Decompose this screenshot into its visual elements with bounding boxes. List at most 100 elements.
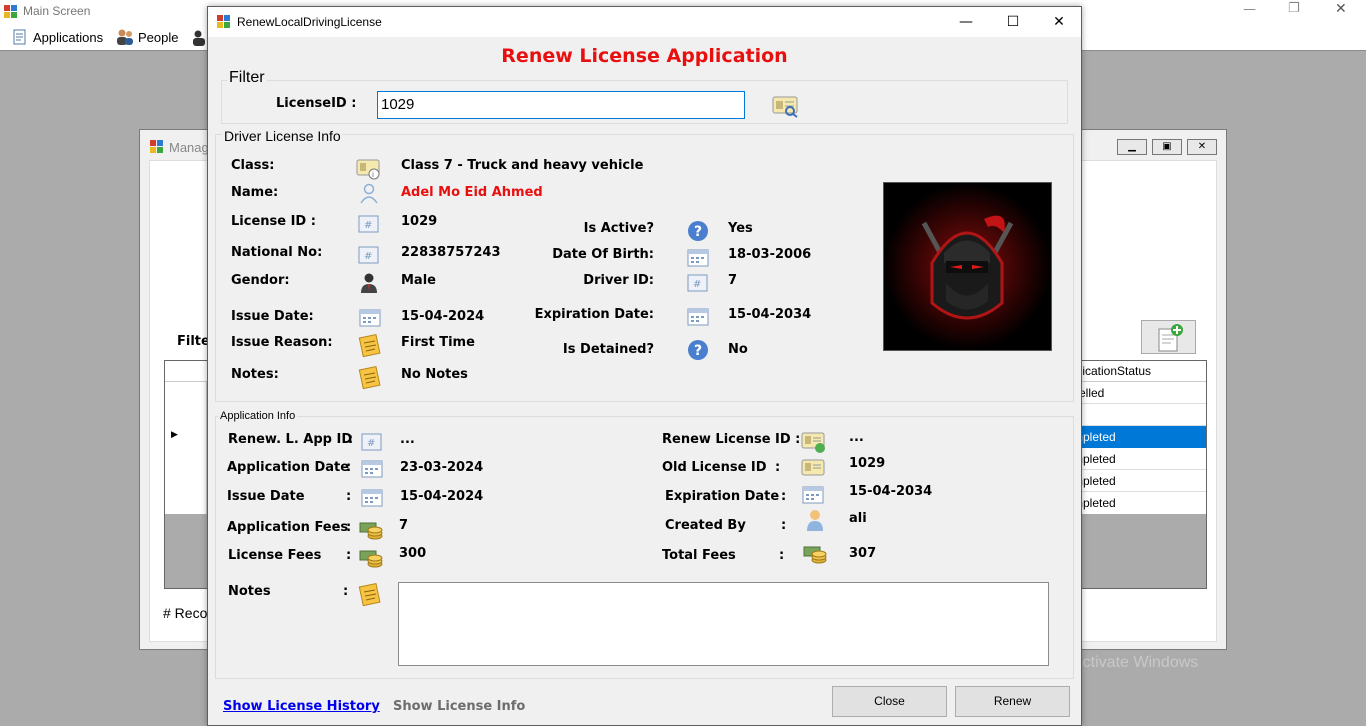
license-id-search-input[interactable]: 1029 <box>377 91 745 119</box>
dob-value: 18-03-2006 <box>728 247 812 262</box>
close-button[interactable]: Close <box>832 686 947 717</box>
svg-text:?: ? <box>694 224 702 240</box>
app-issue-date-value: 15-04-2024 <box>400 489 484 504</box>
driver-id-label: Driver ID: <box>583 273 654 288</box>
mdi-close-button[interactable]: ✕ <box>1187 139 1217 155</box>
notes-textarea[interactable] <box>398 582 1049 666</box>
national-no-value: 22838757243 <box>401 245 501 260</box>
money-icon <box>359 550 383 568</box>
app-notes-label: Notes <box>228 584 271 599</box>
show-license-info-link[interactable]: Show License Info <box>393 699 525 714</box>
dob-label: Date Of Birth: <box>552 247 654 262</box>
restore-icon[interactable]: ❐ <box>1288 1 1300 16</box>
app-expiration-date-value: 15-04-2034 <box>849 484 933 499</box>
national-number-icon: # <box>358 246 379 264</box>
expiration-date-value: 15-04-2034 <box>728 307 812 322</box>
minimize-icon[interactable]: — <box>1243 2 1256 17</box>
close-icon[interactable]: ✕ <box>1335 1 1347 17</box>
menu-people-label: People <box>138 30 179 45</box>
colon: : <box>346 489 352 504</box>
records-label-partial: # Reco <box>163 605 208 621</box>
license-card-icon <box>801 432 825 453</box>
add-document-icon <box>1158 324 1183 352</box>
license-id-filter-label: LicenseID : <box>276 96 357 111</box>
dialog-close-icon[interactable]: ✕ <box>1036 7 1082 37</box>
renew-license-id-value: ... <box>849 430 864 445</box>
colon: : <box>346 520 352 535</box>
svg-text:i: i <box>372 171 374 179</box>
calendar-icon <box>361 460 383 478</box>
id-number-icon: # <box>361 433 382 451</box>
id-number-icon: # <box>687 274 708 292</box>
license-card-icon <box>801 459 825 476</box>
colon: : <box>346 548 352 563</box>
colon: : <box>779 548 785 563</box>
is-detained-value: No <box>728 342 748 357</box>
calendar-icon <box>802 486 824 504</box>
dialog-titlebar: RenewLocalDrivingLicense — ☐ ✕ <box>208 7 1081 37</box>
svg-text:#: # <box>364 251 372 262</box>
renew-license-dialog: RenewLocalDrivingLicense — ☐ ✕ Renew Lic… <box>207 6 1082 726</box>
show-license-history-link[interactable]: Show License History <box>223 699 380 714</box>
drivers-icon[interactable] <box>190 28 208 48</box>
license-class-icon: i <box>356 159 380 180</box>
mdi-restore-button[interactable]: ▣ <box>1152 139 1182 155</box>
dialog-minimize-icon[interactable]: — <box>943 7 989 37</box>
main-window-title: Main Screen <box>23 4 91 18</box>
license-id-search-value: 1029 <box>381 96 415 113</box>
gender-label: Gendor: <box>231 273 290 288</box>
class-value: Class 7 - Truck and heavy vehicle <box>401 158 644 173</box>
notes-value: No Notes <box>401 367 468 382</box>
total-fees-value: 307 <box>849 546 877 561</box>
grid-row[interactable]: mpleted <box>1073 448 1206 470</box>
grid-row[interactable]: mpleted <box>1073 470 1206 492</box>
ninja-avatar-icon <box>884 183 1051 350</box>
money-icon <box>359 522 383 540</box>
grid-column-status[interactable]: plicationStatus <box>1073 364 1151 378</box>
dialog-maximize-icon[interactable]: ☐ <box>990 7 1036 37</box>
question-icon: ? <box>688 340 708 360</box>
person-icon <box>360 183 378 204</box>
app-expiration-date-label: Expiration Date <box>665 489 780 504</box>
created-by-value: ali <box>849 511 867 526</box>
issue-reason-value: First Time <box>401 335 475 350</box>
applications-icon <box>13 29 26 45</box>
license-id-value: 1029 <box>401 214 438 229</box>
colon: : <box>781 489 787 504</box>
app-issue-date-label: Issue Date <box>227 489 305 504</box>
grid-row-selected[interactable]: mpleted <box>1073 426 1206 448</box>
application-info-title: Application Info <box>218 410 298 422</box>
notes-label: Notes: <box>231 367 279 382</box>
renew-button[interactable]: Renew <box>955 686 1070 717</box>
expiration-date-label: Expiration Date: <box>534 307 654 322</box>
id-number-icon: # <box>358 215 379 233</box>
money-icon <box>803 546 827 564</box>
colon: : <box>346 460 352 475</box>
find-license-icon[interactable] <box>771 94 801 118</box>
renew-license-id-label: Renew License ID : <box>662 432 801 447</box>
calendar-icon <box>687 308 709 326</box>
grid-row[interactable]: celled <box>1073 382 1206 404</box>
renew-app-id-value: ... <box>400 432 415 447</box>
dialog-title: RenewLocalDrivingLicense <box>237 15 382 29</box>
question-icon: ? <box>688 221 708 241</box>
notepad-icon <box>358 333 381 357</box>
svg-text:?: ? <box>694 343 702 359</box>
renew-app-id-label: Renew. L. App ID <box>228 432 353 447</box>
is-detained-label: Is Detained? <box>562 342 654 357</box>
old-license-id-label: Old License ID <box>662 460 767 475</box>
svg-text:#: # <box>367 438 375 449</box>
application-date-value: 23-03-2024 <box>400 460 484 475</box>
application-fees-label: Application Fees <box>227 520 349 535</box>
driver-photo <box>883 182 1052 351</box>
mdi-minimize-button[interactable]: ▁ <box>1117 139 1147 155</box>
svg-text:#: # <box>693 279 701 290</box>
total-fees-label: Total Fees <box>662 548 736 563</box>
colon: : <box>348 432 354 447</box>
grid-row-headers: ▶ <box>165 382 207 514</box>
manage-window-title: Manag <box>169 140 209 155</box>
grid-row[interactable]: w <box>1073 404 1206 426</box>
add-application-button[interactable] <box>1141 320 1196 354</box>
old-license-id-value: 1029 <box>849 456 886 471</box>
grid-row[interactable]: mpleted <box>1073 492 1206 514</box>
